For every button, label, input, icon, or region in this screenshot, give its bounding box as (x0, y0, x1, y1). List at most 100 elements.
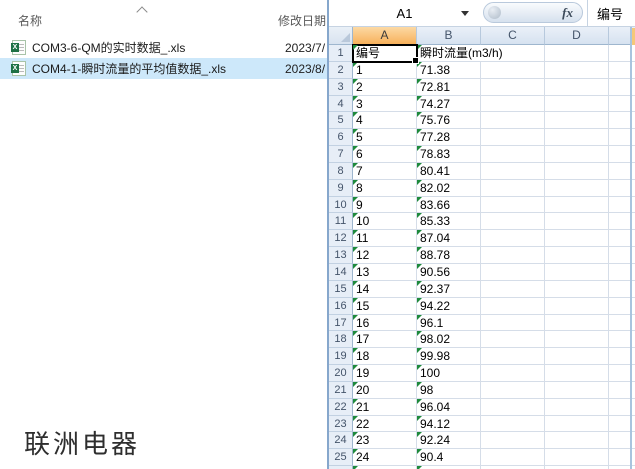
cell-B1[interactable]: 瞬时流量(m3/h) (417, 45, 545, 62)
row-header-11[interactable]: 11 (329, 213, 353, 230)
cell-D17[interactable] (545, 315, 609, 332)
row-header-7[interactable]: 7 (329, 146, 353, 163)
column-header-D[interactable]: D (545, 27, 609, 45)
cell-C18[interactable] (481, 331, 545, 348)
cell-D20[interactable] (545, 365, 609, 382)
cell-C2[interactable] (481, 62, 545, 79)
cell-D22[interactable] (545, 399, 609, 416)
cell-D24[interactable] (545, 432, 609, 449)
cell-C14[interactable] (481, 264, 545, 281)
formula-bar[interactable]: 编号 (587, 0, 635, 26)
cell-B14[interactable]: 90.56 (417, 264, 481, 281)
row-header-18[interactable]: 18 (329, 331, 353, 348)
cell-B19[interactable]: 99.98 (417, 348, 481, 365)
cell-C20[interactable] (481, 365, 545, 382)
file-row[interactable]: XCOM3-6-QM的实时数据_.xls2023/7/ (0, 37, 327, 58)
cell-B20[interactable]: 100 (417, 365, 481, 382)
cell-B6[interactable]: 77.28 (417, 129, 481, 146)
cell-A14[interactable]: 13 (353, 264, 417, 281)
column-header-A[interactable]: A (353, 27, 417, 45)
cell-A1[interactable]: 编号 (353, 45, 417, 62)
row-header-22[interactable]: 22 (329, 399, 353, 416)
row-header-24[interactable]: 24 (329, 432, 353, 449)
cell-C10[interactable] (481, 197, 545, 214)
row-header-25[interactable]: 25 (329, 449, 353, 466)
cell-D6[interactable] (545, 129, 609, 146)
cell-D13[interactable] (545, 247, 609, 264)
cell-D11[interactable] (545, 213, 609, 230)
cell-D3[interactable] (545, 79, 609, 96)
cell-A22[interactable]: 21 (353, 399, 417, 416)
cell-C6[interactable] (481, 129, 545, 146)
column-header-date-modified[interactable]: 修改日期 (278, 12, 326, 29)
cell-C5[interactable] (481, 112, 545, 129)
cell-C12[interactable] (481, 230, 545, 247)
cell-D5[interactable] (545, 112, 609, 129)
cell-B21[interactable]: 98 (417, 382, 481, 399)
cell-A16[interactable]: 15 (353, 298, 417, 315)
row-header-2[interactable]: 2 (329, 62, 353, 79)
cell-D8[interactable] (545, 163, 609, 180)
row-header-4[interactable]: 4 (329, 96, 353, 113)
cell-A13[interactable]: 12 (353, 247, 417, 264)
cell-C9[interactable] (481, 180, 545, 197)
cell-B13[interactable]: 88.78 (417, 247, 481, 264)
row-header-13[interactable]: 13 (329, 247, 353, 264)
cell-B23[interactable]: 94.12 (417, 416, 481, 433)
row-header-5[interactable]: 5 (329, 112, 353, 129)
cell-D19[interactable] (545, 348, 609, 365)
cell-C13[interactable] (481, 247, 545, 264)
row-header-12[interactable]: 12 (329, 230, 353, 247)
cell-D4[interactable] (545, 96, 609, 113)
name-box[interactable]: A1 (329, 0, 480, 26)
row-header-3[interactable]: 3 (329, 79, 353, 96)
cell-B12[interactable]: 87.04 (417, 230, 481, 247)
column-header-name[interactable]: 名称 (18, 12, 42, 29)
cell-D9[interactable] (545, 180, 609, 197)
row-header-14[interactable]: 14 (329, 264, 353, 281)
select-all-corner[interactable] (329, 27, 353, 45)
insert-function-icon[interactable]: fx (562, 5, 573, 21)
cell-D16[interactable] (545, 298, 609, 315)
cell-B10[interactable]: 83.66 (417, 197, 481, 214)
cell-D15[interactable] (545, 281, 609, 298)
cell-C17[interactable] (481, 315, 545, 332)
cell-B17[interactable]: 96.1 (417, 315, 481, 332)
cell-D10[interactable] (545, 197, 609, 214)
cell-B24[interactable]: 92.24 (417, 432, 481, 449)
cell-C11[interactable] (481, 213, 545, 230)
cell-D21[interactable] (545, 382, 609, 399)
row-header-10[interactable]: 10 (329, 197, 353, 214)
row-header-16[interactable]: 16 (329, 298, 353, 315)
cell-A7[interactable]: 6 (353, 146, 417, 163)
cell-B22[interactable]: 96.04 (417, 399, 481, 416)
row-header-8[interactable]: 8 (329, 163, 353, 180)
cell-B5[interactable]: 75.76 (417, 112, 481, 129)
cell-A8[interactable]: 7 (353, 163, 417, 180)
cell-A2[interactable]: 1 (353, 62, 417, 79)
row-header-19[interactable]: 19 (329, 348, 353, 365)
cell-A10[interactable]: 9 (353, 197, 417, 214)
name-box-dropdown-icon[interactable] (461, 11, 469, 16)
row-header-1[interactable]: 1 (329, 45, 353, 62)
cell-D7[interactable] (545, 146, 609, 163)
sort-ascending-icon[interactable] (136, 6, 147, 17)
cell-A23[interactable]: 22 (353, 416, 417, 433)
column-header-B[interactable]: B (417, 27, 481, 45)
cell-A25[interactable]: 24 (353, 449, 417, 466)
cell-A11[interactable]: 10 (353, 213, 417, 230)
cell-A5[interactable]: 4 (353, 112, 417, 129)
cell-C21[interactable] (481, 382, 545, 399)
cell-B4[interactable]: 74.27 (417, 96, 481, 113)
cell-A24[interactable]: 23 (353, 432, 417, 449)
cell-A17[interactable]: 16 (353, 315, 417, 332)
cell-B11[interactable]: 85.33 (417, 213, 481, 230)
cell-B8[interactable]: 80.41 (417, 163, 481, 180)
cell-B16[interactable]: 94.22 (417, 298, 481, 315)
cell-D1[interactable] (545, 45, 609, 62)
cell-B18[interactable]: 98.02 (417, 331, 481, 348)
cell-D14[interactable] (545, 264, 609, 281)
cell-A21[interactable]: 20 (353, 382, 417, 399)
cell-D25[interactable] (545, 449, 609, 466)
row-header-15[interactable]: 15 (329, 281, 353, 298)
